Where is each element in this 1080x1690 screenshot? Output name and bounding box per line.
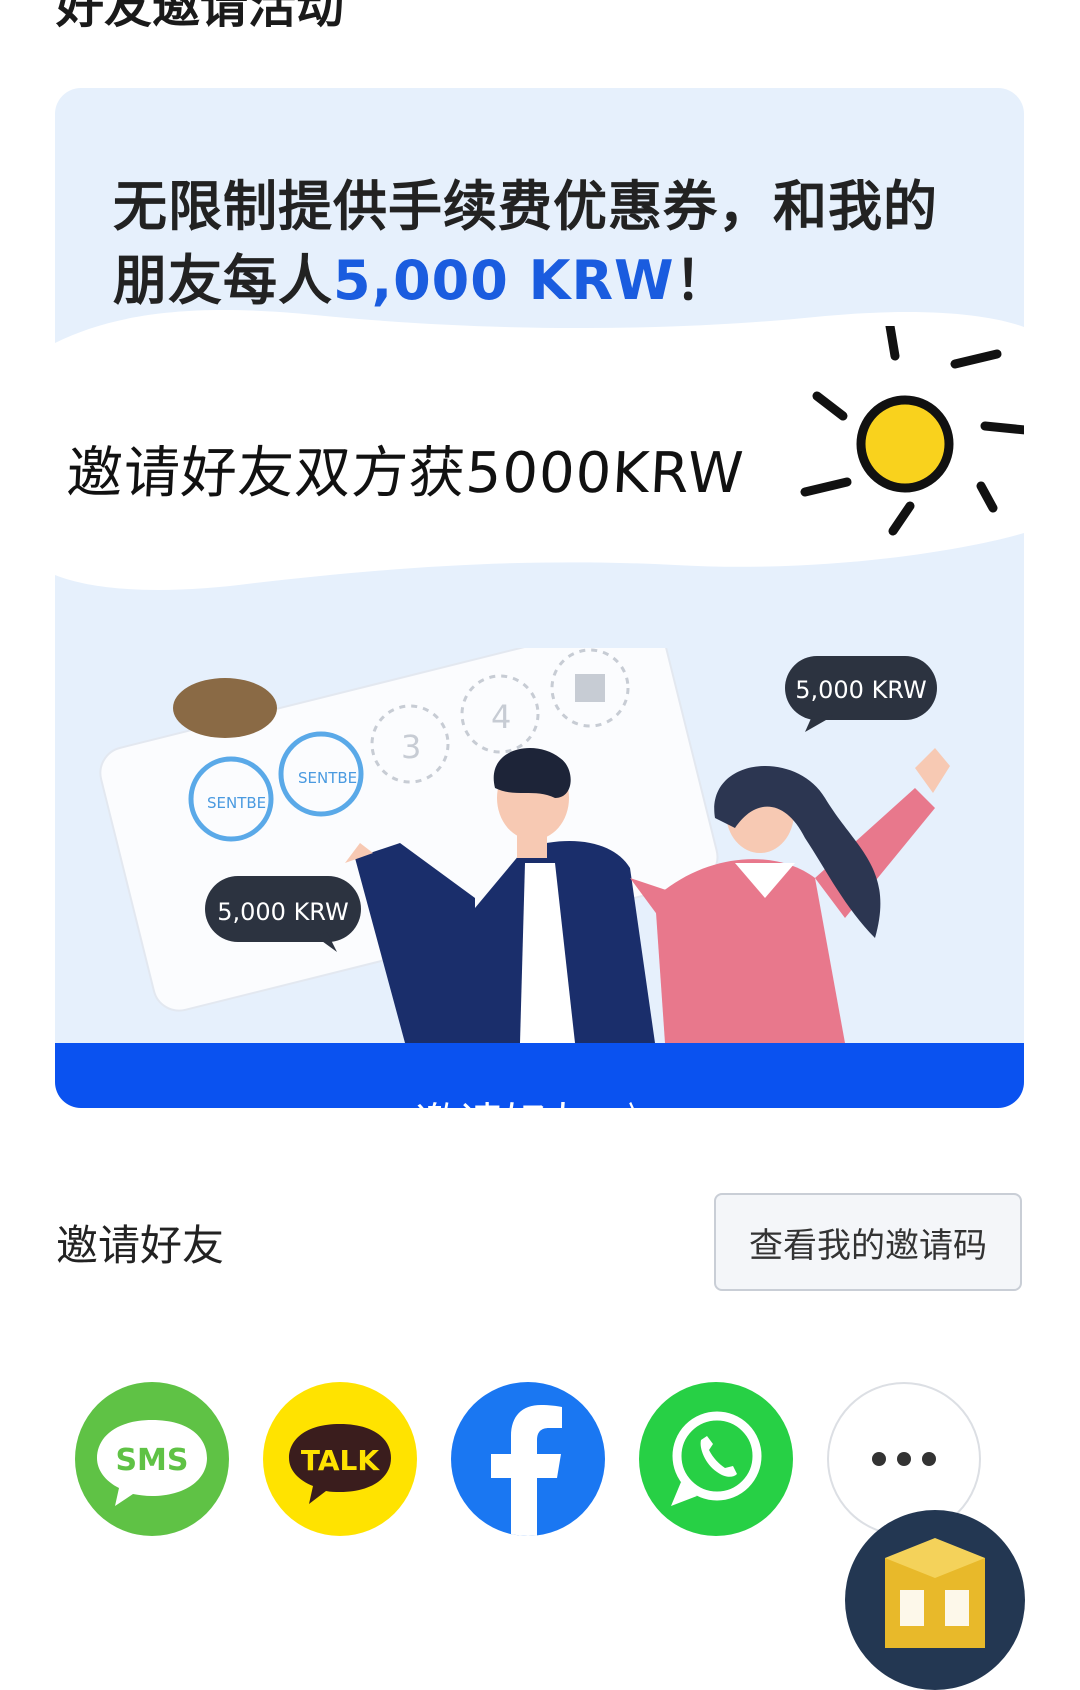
mystery-box-icon [885, 1538, 985, 1648]
sms-icon: SMS [97, 1420, 207, 1506]
kakaotalk-icon: TALK [289, 1424, 391, 1504]
stamp-slot-3: 3 [401, 728, 421, 766]
friends-illustration: SENTBE SENTBE 3 4 5,000 KRW 5,000 KRW [99, 648, 950, 1043]
mystery-box-floating-button[interactable] [845, 1510, 1025, 1690]
bubble-top-text: 5,000 KRW [795, 676, 927, 704]
bubble-left-text: 5,000 KRW [217, 898, 349, 926]
sms-share-button[interactable]: SMS [75, 1382, 229, 1536]
view-invite-code-button[interactable]: 查看我的邀请码 [714, 1193, 1022, 1291]
promo-banner[interactable]: 无限制提供手续费优惠券，和我的朋友每人5,000 KRW！ 邀请好友双方获500… [55, 88, 1024, 1108]
invite-section-label: 邀请好友 [56, 1221, 225, 1270]
page-title: 好友邀请活动 [56, 0, 345, 34]
svg-text:SMS: SMS [115, 1443, 188, 1478]
svg-text:TALK: TALK [301, 1444, 380, 1477]
stamp-text-2: SENTBE [298, 769, 357, 787]
handwritten-caption: 邀请好友双方获5000KRW [65, 441, 746, 506]
chevron-right-icon: 〉 [627, 1088, 658, 1109]
stamp-text: SENTBE [207, 794, 266, 812]
invite-friends-button[interactable]: 邀请好友 〉 [55, 1043, 1024, 1108]
whatsapp-share-button[interactable] [639, 1382, 793, 1536]
facebook-share-button[interactable] [451, 1382, 605, 1536]
stamp-slot-4: 4 [491, 698, 511, 736]
invite-friends-label: 邀请好友 [415, 1088, 591, 1109]
more-dots-icon [872, 1452, 936, 1466]
sun-doodle-icon [800, 326, 1024, 536]
facebook-icon [491, 1405, 562, 1536]
banner-headline: 无限制提供手续费优惠券，和我的朋友每人5,000 KRW！ [113, 170, 973, 318]
kakaotalk-share-button[interactable]: TALK [263, 1382, 417, 1536]
gift-icon [575, 674, 605, 702]
whatsapp-icon [671, 1411, 762, 1506]
